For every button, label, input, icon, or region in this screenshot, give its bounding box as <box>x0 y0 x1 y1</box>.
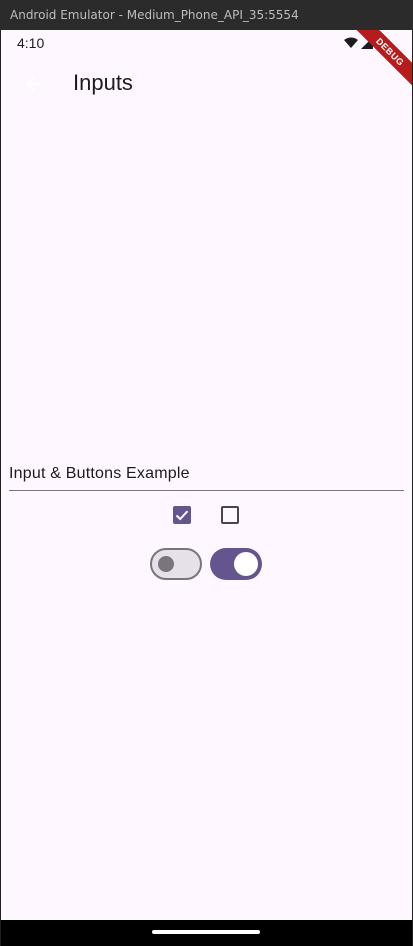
switch-row <box>1 548 412 580</box>
switch-off[interactable] <box>150 548 202 580</box>
phone-screen: 4:10 DEBUG Inputs <box>1 30 412 946</box>
app-bar: Inputs <box>1 56 412 112</box>
back-arrow-icon <box>26 77 40 91</box>
switch-on[interactable] <box>210 548 262 580</box>
gesture-nav-bar <box>1 920 412 946</box>
status-bar: 4:10 DEBUG <box>1 30 412 94</box>
example-input[interactable] <box>9 450 404 490</box>
emulator-window: Android Emulator - Medium_Phone_API_35:5… <box>0 0 413 946</box>
checkbox-row <box>1 504 412 528</box>
check-icon <box>175 510 189 521</box>
window-titlebar: Android Emulator - Medium_Phone_API_35:5… <box>0 0 413 30</box>
home-indicator[interactable] <box>152 930 260 934</box>
input-underline <box>9 490 404 491</box>
switch-thumb <box>158 556 174 572</box>
wifi-icon <box>344 37 358 48</box>
status-time: 4:10 <box>17 35 45 51</box>
checkbox-unchecked[interactable] <box>221 506 239 524</box>
text-field <box>9 450 404 492</box>
checkbox-checked[interactable] <box>173 506 191 524</box>
back-button[interactable] <box>9 60 57 108</box>
page-title: Inputs <box>73 70 133 95</box>
switch-thumb <box>234 552 258 576</box>
